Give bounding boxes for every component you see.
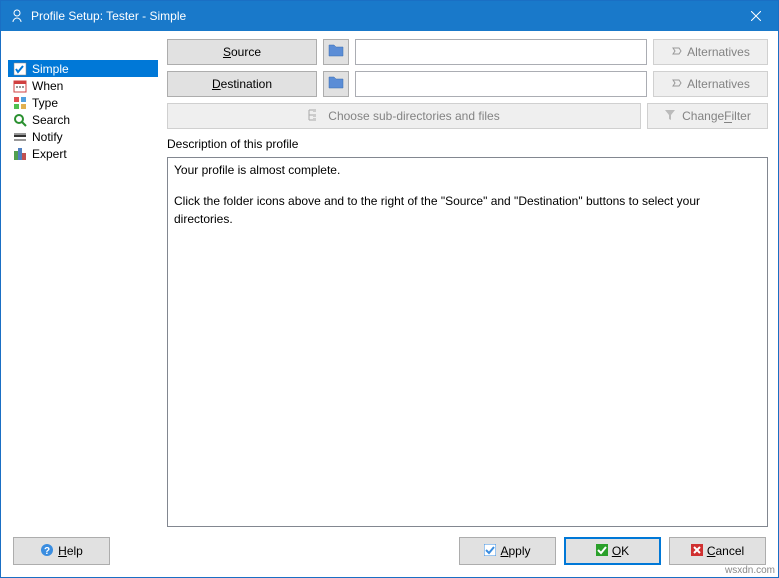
sidebar-item-label: Notify xyxy=(32,130,63,144)
notify-icon xyxy=(12,129,28,145)
blocks-icon xyxy=(12,95,28,111)
sidebar-item-label: Expert xyxy=(32,147,67,161)
source-row: Source Alternatives xyxy=(167,39,768,65)
description-line1: Your profile is almost complete. xyxy=(174,162,761,179)
tree-icon xyxy=(308,109,322,124)
svg-text:?: ? xyxy=(44,546,50,557)
expert-icon xyxy=(12,146,28,162)
sidebar-item-when[interactable]: When xyxy=(8,77,158,94)
sidebar-item-label: Type xyxy=(32,96,58,110)
cancel-icon xyxy=(691,544,703,559)
source-path-input[interactable] xyxy=(355,39,647,65)
search-icon xyxy=(12,112,28,128)
sidebar: Simple When Type Search Notify xyxy=(7,39,159,527)
source-button[interactable]: Source xyxy=(167,39,317,65)
alternatives-label: Alternatives xyxy=(687,77,750,91)
destination-folder-button[interactable] xyxy=(323,71,349,97)
sidebar-item-expert[interactable]: Expert xyxy=(8,145,158,162)
destination-button[interactable]: Destination xyxy=(167,71,317,97)
alternatives-icon xyxy=(671,45,683,59)
destination-alternatives-button[interactable]: Alternatives xyxy=(653,71,768,97)
folder-icon xyxy=(328,75,344,94)
watermark: wsxdn.com xyxy=(725,565,775,576)
help-icon: ? xyxy=(40,543,54,560)
source-folder-button[interactable] xyxy=(323,39,349,65)
sidebar-item-label: When xyxy=(32,79,63,93)
sidebar-item-notify[interactable]: Notify xyxy=(8,128,158,145)
sidebar-item-simple[interactable]: Simple xyxy=(8,60,158,77)
choose-sub-label: Choose sub-directories and files xyxy=(328,109,499,123)
ok-icon xyxy=(596,544,608,559)
content-area: Simple When Type Search Notify xyxy=(1,31,778,527)
titlebar: Profile Setup: Tester - Simple xyxy=(1,1,778,31)
window-title: Profile Setup: Tester - Simple xyxy=(31,9,733,23)
help-button[interactable]: ? Help xyxy=(13,537,110,565)
destination-row: Destination Alternatives xyxy=(167,71,768,97)
alternatives-icon xyxy=(671,77,683,91)
apply-icon xyxy=(484,544,496,559)
calendar-icon xyxy=(12,78,28,94)
destination-path-input[interactable] xyxy=(355,71,647,97)
footer: ? Help Apply OK Cancel xyxy=(1,527,778,577)
choose-sub-button[interactable]: Choose sub-directories and files xyxy=(167,103,641,129)
ok-button[interactable]: OK xyxy=(564,537,661,565)
main-panel: Source Alternatives Destination Alternat… xyxy=(167,39,768,527)
close-button[interactable] xyxy=(733,1,778,31)
description-box: Your profile is almost complete. Click t… xyxy=(167,157,768,527)
alternatives-label: Alternatives xyxy=(687,45,750,59)
cancel-button[interactable]: Cancel xyxy=(669,537,766,565)
sidebar-item-label: Search xyxy=(32,113,70,127)
sidebar-item-label: Simple xyxy=(32,62,69,76)
app-icon xyxy=(9,8,25,24)
description-label: Description of this profile xyxy=(167,137,768,151)
description-line2: Click the folder icons above and to the … xyxy=(174,193,761,228)
folder-icon xyxy=(328,43,344,62)
sidebar-item-search[interactable]: Search xyxy=(8,111,158,128)
check-icon xyxy=(12,61,28,77)
filter-icon xyxy=(664,109,676,124)
sub-filter-row: Choose sub-directories and files Change … xyxy=(167,103,768,129)
source-alternatives-button[interactable]: Alternatives xyxy=(653,39,768,65)
sidebar-item-type[interactable]: Type xyxy=(8,94,158,111)
change-filter-button[interactable]: Change Filter xyxy=(647,103,768,129)
apply-button[interactable]: Apply xyxy=(459,537,556,565)
